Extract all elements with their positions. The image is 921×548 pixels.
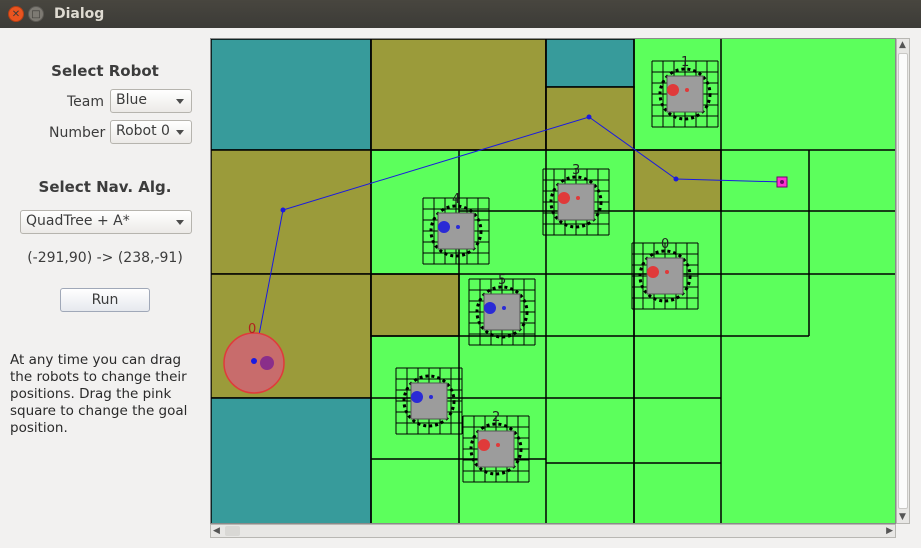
robot-center: [576, 196, 580, 200]
vertical-scroll-thumb[interactable]: [898, 53, 908, 509]
title-bar: ✕ □ Dialog: [0, 0, 921, 28]
scroll-right-icon[interactable]: ▶: [886, 525, 893, 537]
path-waypoint: [280, 207, 286, 213]
maximize-icon[interactable]: □: [28, 6, 44, 22]
robot-center: [429, 395, 433, 399]
robot-center: [685, 88, 689, 92]
robot-marker: [478, 439, 490, 451]
algorithm-value: QuadTree + A*: [26, 213, 130, 229]
path-coordinates: (-291,90) -> (238,-91): [27, 250, 183, 266]
select-robot-heading: Select Robot: [51, 62, 159, 80]
vertical-scrollbar[interactable]: ▲ ▼: [896, 38, 910, 524]
robot-number-label: 1: [681, 55, 689, 70]
quadtree-cell: [211, 397, 372, 523]
run-button[interactable]: Run: [60, 288, 150, 312]
team-value: Blue: [116, 92, 147, 108]
horizontal-scrollbar[interactable]: ◀ ▶: [210, 524, 896, 538]
robot-center: [502, 306, 506, 310]
scroll-up-icon[interactable]: ▲: [899, 40, 906, 50]
robot-center: [456, 225, 460, 229]
path-start: [251, 358, 257, 364]
quadtree-cell: [545, 39, 635, 88]
quadtree-cell: [211, 39, 372, 151]
robot-number-label: 2: [492, 410, 500, 425]
chevron-down-icon: [176, 220, 184, 225]
select-nav-heading: Select Nav. Alg.: [38, 178, 172, 196]
number-combobox[interactable]: Robot 0: [110, 120, 192, 144]
scroll-left-icon[interactable]: ◀: [213, 525, 220, 537]
robot-center: [496, 443, 500, 447]
robot-center: [665, 270, 669, 274]
selected-robot-label: 0: [248, 322, 256, 337]
selected-robot-heading: [260, 356, 274, 370]
quadtree-field[interactable]: 1 2 3 4 5 0 0: [211, 39, 896, 524]
robot-number-label: 5: [498, 273, 506, 288]
quadtree-cell: [370, 39, 547, 151]
path-waypoint: [673, 176, 679, 182]
algorithm-combobox[interactable]: QuadTree + A*: [20, 210, 192, 234]
robot-number-label: 4: [452, 192, 460, 207]
window-title: Dialog: [54, 6, 105, 22]
control-panel: Select Robot Team Blue Number Robot 0 Se…: [0, 28, 210, 548]
goal-center: [780, 180, 784, 184]
robot-marker: [438, 221, 450, 233]
robot-marker: [647, 266, 659, 278]
robot-number-label: 3: [572, 163, 580, 178]
robot-number-label: 0: [661, 237, 669, 252]
chevron-down-icon: [176, 99, 184, 104]
number-value: Robot 0: [116, 123, 170, 139]
chevron-down-icon: [176, 130, 184, 135]
path-waypoint: [586, 114, 592, 120]
team-combobox[interactable]: Blue: [110, 89, 192, 113]
scroll-down-icon[interactable]: ▼: [899, 512, 906, 522]
number-label: Number: [49, 125, 106, 141]
close-icon[interactable]: ✕: [8, 6, 24, 22]
quadtree-cell: [370, 273, 460, 337]
instructions-text: At any time you can drag the robots to c…: [10, 352, 188, 436]
quadtree-cell: [211, 149, 372, 275]
map-canvas[interactable]: 1 2 3 4 5 0 0: [210, 38, 896, 524]
robot-marker: [411, 391, 423, 403]
horizontal-scroll-thumb[interactable]: [225, 526, 240, 536]
robot-marker: [484, 302, 496, 314]
robot-marker: [558, 192, 570, 204]
robot-marker: [667, 84, 679, 96]
team-label: Team: [67, 94, 105, 110]
